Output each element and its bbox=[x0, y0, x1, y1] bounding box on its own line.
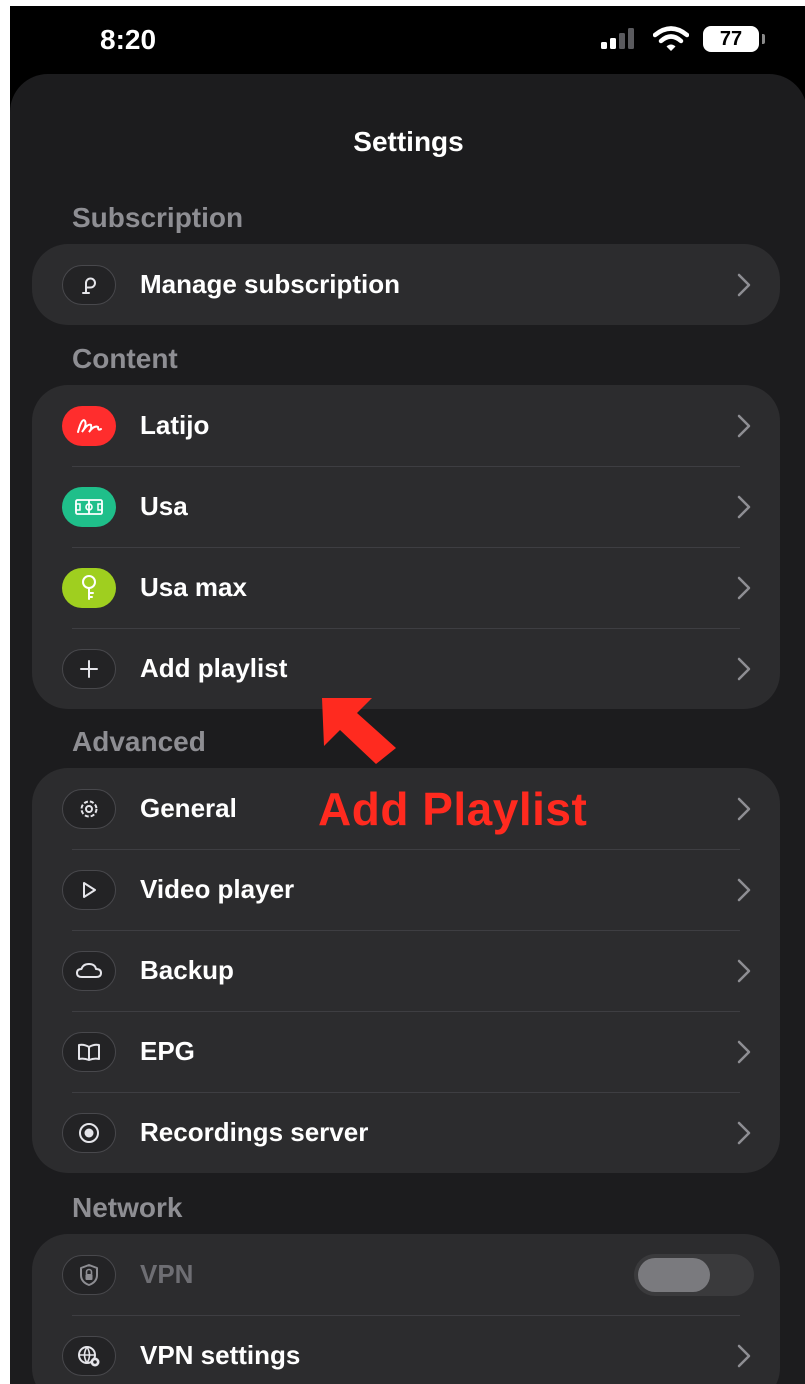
section-header-content: Content bbox=[72, 343, 178, 374]
chevron-right-icon bbox=[737, 878, 751, 902]
record-icon bbox=[62, 1113, 116, 1153]
toggle-knob bbox=[638, 1258, 710, 1292]
row-playlist-usa[interactable]: Usa bbox=[32, 466, 780, 547]
chevron-right-icon bbox=[737, 495, 751, 519]
status-time: 8:20 bbox=[100, 24, 157, 55]
annotation-arrow-icon bbox=[322, 698, 396, 764]
row-label: VPN bbox=[140, 1259, 194, 1289]
row-label: Video player bbox=[140, 874, 295, 904]
group-network: VPN VPN settings bbox=[32, 1234, 780, 1384]
row-recordings-server[interactable]: Recordings server bbox=[32, 1092, 780, 1173]
row-playlist-usa-max[interactable]: Usa max bbox=[32, 547, 780, 628]
subscription-icon bbox=[62, 265, 116, 305]
chevron-right-icon bbox=[737, 1040, 751, 1064]
gear-icon bbox=[62, 789, 116, 829]
book-icon bbox=[62, 1032, 116, 1072]
status-icons: 77 bbox=[599, 26, 765, 52]
row-epg[interactable]: EPG bbox=[32, 1011, 780, 1092]
group-content: Latijo Usa Usa max Add playlist bbox=[32, 385, 780, 709]
row-video-player[interactable]: Video player bbox=[32, 849, 780, 930]
annotation-label: Add Playlist bbox=[318, 783, 588, 835]
section-header-subscription: Subscription bbox=[72, 202, 244, 233]
status-bar: 8:20 77 bbox=[10, 6, 805, 76]
row-label: Recordings server bbox=[140, 1117, 369, 1147]
row-label: EPG bbox=[140, 1036, 195, 1066]
row-label: Latijo bbox=[140, 410, 210, 440]
plus-icon bbox=[62, 649, 116, 689]
play-icon bbox=[62, 870, 116, 910]
chevron-right-icon bbox=[737, 576, 751, 600]
wifi-icon bbox=[653, 26, 689, 51]
globe-gear-icon bbox=[62, 1336, 116, 1376]
row-backup[interactable]: Backup bbox=[32, 930, 780, 1011]
row-label: Add playlist bbox=[140, 653, 288, 683]
section-header-advanced: Advanced bbox=[72, 726, 206, 757]
row-add-playlist[interactable]: Add playlist bbox=[32, 628, 780, 709]
key-icon bbox=[62, 568, 116, 608]
chevron-right-icon bbox=[737, 1121, 751, 1145]
row-label: General bbox=[140, 793, 237, 823]
battery-indicator: 77 bbox=[703, 26, 765, 52]
page-title: Settings bbox=[353, 126, 464, 157]
group-subscription: Manage subscription bbox=[32, 244, 780, 325]
chevron-right-icon bbox=[737, 414, 751, 438]
chevron-right-icon bbox=[737, 657, 751, 681]
chevron-right-icon bbox=[737, 959, 751, 983]
chevron-right-icon bbox=[737, 1344, 751, 1368]
phone-screen: 8:20 77 Settings Subscription Manage sub… bbox=[10, 6, 805, 1384]
signature-icon bbox=[62, 406, 116, 446]
settings-sheet: Settings Subscription Manage subscriptio… bbox=[10, 74, 805, 1384]
row-label: Manage subscription bbox=[140, 269, 401, 299]
row-playlist-latijo[interactable]: Latijo bbox=[32, 385, 780, 466]
row-label: VPN settings bbox=[140, 1340, 301, 1370]
vpn-toggle[interactable] bbox=[634, 1254, 754, 1296]
chevron-right-icon bbox=[737, 273, 751, 297]
cellular-signal-icon bbox=[601, 28, 634, 49]
row-label: Backup bbox=[140, 955, 234, 985]
chevron-right-icon bbox=[737, 797, 751, 821]
row-label: Usa bbox=[140, 491, 188, 521]
row-vpn: VPN bbox=[32, 1234, 780, 1315]
row-manage-subscription[interactable]: Manage subscription bbox=[32, 244, 780, 325]
section-header-network: Network bbox=[72, 1192, 183, 1223]
soccer-field-icon bbox=[62, 487, 116, 527]
row-vpn-settings[interactable]: VPN settings bbox=[32, 1315, 780, 1384]
cloud-icon bbox=[62, 951, 116, 991]
row-label: Usa max bbox=[140, 572, 247, 602]
shield-lock-icon bbox=[62, 1255, 116, 1295]
